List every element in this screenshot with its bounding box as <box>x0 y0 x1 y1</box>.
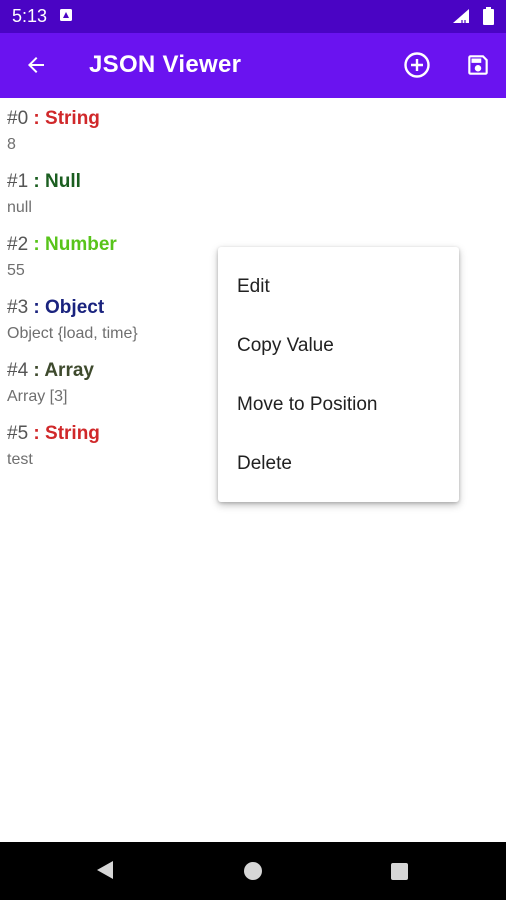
nav-home-icon[interactable] <box>244 862 262 880</box>
item-value: Array [3] <box>7 388 68 405</box>
item-index: #3 <box>7 297 29 318</box>
item-header: #5 : String <box>7 423 100 445</box>
add-circle-icon <box>404 52 430 78</box>
battery-icon <box>483 7 494 25</box>
item-value: 8 <box>7 136 16 153</box>
item-header: #2 : Number <box>7 234 117 256</box>
item-index: #1 <box>7 171 29 192</box>
menu-item-edit[interactable]: Edit <box>218 257 459 316</box>
item-value: Object {load, time} <box>7 325 138 342</box>
item-index: #0 <box>7 108 29 129</box>
arrow-left-icon <box>28 57 44 73</box>
item-header: #0 : String <box>7 108 100 130</box>
item-type: : String <box>28 108 100 129</box>
list-item[interactable]: #1 : Null null <box>0 161 506 224</box>
item-type: : Null <box>28 171 81 192</box>
item-value: test <box>7 451 33 468</box>
page-title: JSON Viewer <box>89 51 242 78</box>
menu-item-label: Edit <box>237 275 270 297</box>
list-item[interactable]: #0 : String 8 <box>0 98 506 161</box>
back-button[interactable] <box>20 49 52 81</box>
menu-item-label: Copy Value <box>237 334 334 356</box>
signal-icon <box>453 9 469 23</box>
item-header: #4 : Array <box>7 360 94 382</box>
status-bar: 5:13 <box>0 0 506 33</box>
menu-item-copy-value[interactable]: Copy Value <box>218 316 459 375</box>
menu-item-label: Move to Position <box>237 393 378 415</box>
add-button[interactable] <box>400 48 434 82</box>
navigation-bar <box>0 842 506 900</box>
status-time: 5:13 <box>12 6 48 26</box>
context-menu: Edit Copy Value Move to Position Delete <box>218 247 459 502</box>
save-button[interactable] <box>461 48 495 82</box>
item-value: 55 <box>7 262 25 279</box>
item-type: : Number <box>28 234 117 255</box>
item-header: #3 : Object <box>7 297 104 319</box>
item-type: : Object <box>28 297 105 318</box>
item-index: #5 <box>7 423 29 444</box>
notification-icon <box>60 9 72 21</box>
item-header: #1 : Null <box>7 171 81 193</box>
nav-back-icon[interactable] <box>96 860 114 880</box>
item-index: #2 <box>7 234 29 255</box>
item-value: null <box>7 199 32 216</box>
menu-item-move-to-position[interactable]: Move to Position <box>218 375 459 434</box>
save-icon <box>468 55 488 75</box>
app-bar: JSON Viewer <box>0 33 506 98</box>
item-type: : String <box>28 423 100 444</box>
item-index: #4 <box>7 360 29 381</box>
nav-recents-icon[interactable] <box>391 863 408 880</box>
menu-item-label: Delete <box>237 452 292 474</box>
item-type: : Array <box>28 360 94 381</box>
menu-item-delete[interactable]: Delete <box>218 434 459 493</box>
